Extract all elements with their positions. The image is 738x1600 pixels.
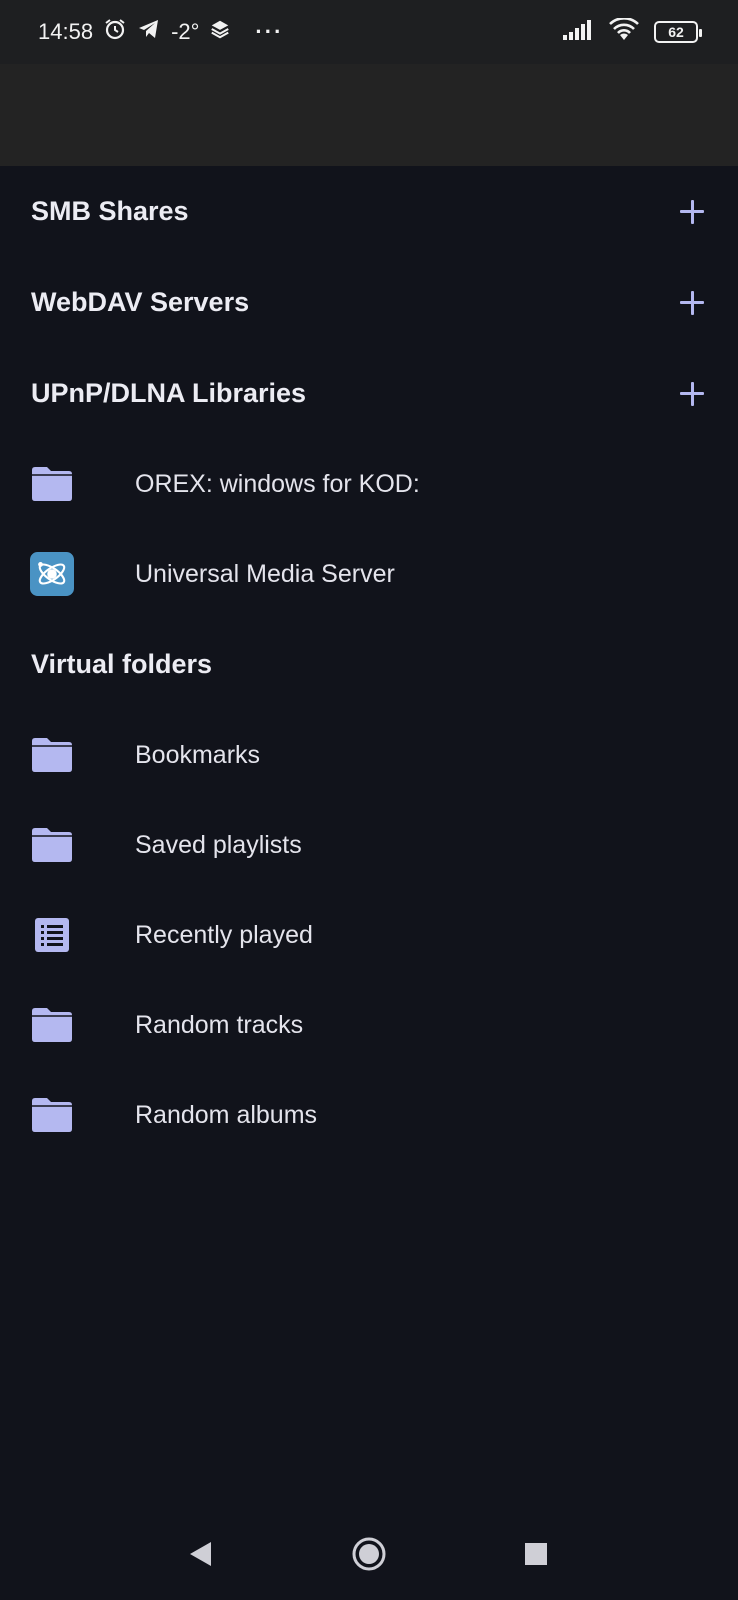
list-item-saved-playlists[interactable]: Saved playlists [0, 800, 738, 890]
list-item-label: Recently played [135, 920, 313, 949]
section-smb-shares: SMB Shares [0, 166, 738, 257]
battery-icon: 62 [654, 21, 702, 43]
list-item-label: OREX: windows for KOD: [135, 469, 420, 498]
list-item-label: Random albums [135, 1100, 318, 1129]
section-upnp-dlna-libraries: UPnP/DLNA Libraries [0, 348, 738, 439]
list-item-random-tracks[interactable]: Random tracks [0, 980, 738, 1070]
section-webdav-servers: WebDAV Servers [0, 257, 738, 348]
ums-server-icon [30, 552, 74, 596]
status-right: 62 [562, 16, 702, 47]
status-left: 14:58 -2° ··· [38, 18, 283, 46]
add-upnp-library-button[interactable] [676, 378, 708, 410]
list-item-recently-played[interactable]: Recently played [0, 890, 738, 980]
library-list: SMB Shares WebDAV Servers UPnP/DLNA Libr… [0, 166, 738, 1160]
layers-icon [209, 18, 231, 46]
list-item-orex[interactable]: OREX: windows for KOD: [0, 439, 738, 529]
list-icon [30, 913, 74, 957]
telegram-icon [137, 17, 161, 47]
more-notifications-icon: ··· [255, 19, 284, 44]
list-item-label: Random tracks [135, 1010, 304, 1039]
navigation-bar [0, 1510, 738, 1600]
folder-icon [30, 1093, 74, 1137]
folder-icon [30, 462, 74, 506]
status-time: 14:58 [38, 19, 94, 44]
list-item-random-albums[interactable]: Random albums [0, 1070, 738, 1160]
status-bar: 14:58 -2° ··· 62 [0, 0, 738, 64]
section-title: Virtual folders [31, 649, 213, 679]
signal-icon [562, 19, 594, 46]
list-item-label: Saved playlists [135, 830, 302, 859]
list-item-universal-media-server[interactable]: Universal Media Server [0, 529, 738, 619]
add-webdav-server-button[interactable] [676, 287, 708, 319]
section-title: WebDAV Servers [31, 287, 250, 317]
folder-icon [30, 1003, 74, 1047]
temperature: -2° [171, 19, 200, 44]
wifi-icon [608, 16, 640, 47]
section-virtual-folders: Virtual folders [0, 619, 738, 710]
list-item-label: Universal Media Server [135, 559, 395, 588]
app-bar [0, 64, 738, 166]
add-smb-share-button[interactable] [676, 196, 708, 228]
section-title: UPnP/DLNA Libraries [31, 378, 307, 408]
battery-level: 62 [668, 24, 684, 40]
home-icon[interactable] [349, 1534, 389, 1574]
list-item-bookmarks[interactable]: Bookmarks [0, 710, 738, 800]
list-item-label: Bookmarks [135, 740, 261, 769]
alarm-icon [103, 17, 127, 47]
recents-icon[interactable] [516, 1534, 556, 1574]
folder-icon [30, 823, 74, 867]
section-title: SMB Shares [31, 196, 189, 226]
back-icon[interactable] [180, 1534, 220, 1574]
folder-icon [30, 733, 74, 777]
